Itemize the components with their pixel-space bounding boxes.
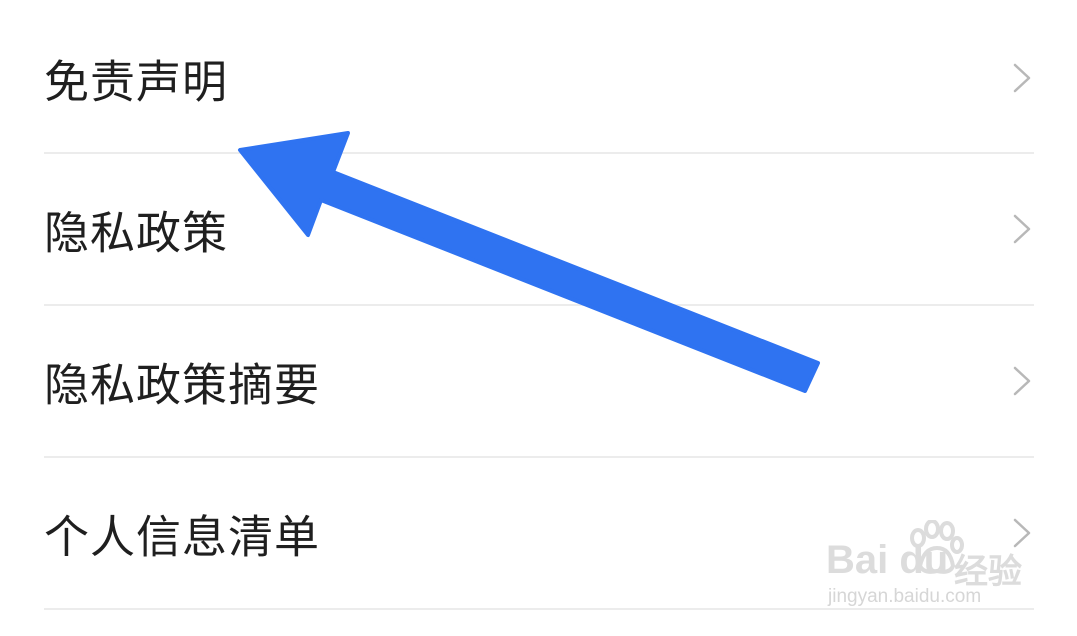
chevron-right-icon: [1013, 366, 1031, 396]
menu-item-label: 个人信息清单: [44, 510, 321, 564]
chevron-right-icon: [1013, 214, 1031, 244]
menu-item-label: 隐私政策: [44, 206, 229, 260]
watermark-brand: Bai du: [826, 538, 949, 582]
menu-item-label: 免责声明: [44, 55, 229, 109]
menu-item-privacy-summary[interactable]: 隐私政策摘要: [44, 306, 1034, 456]
menu-item-privacy-policy[interactable]: 隐私政策: [44, 154, 1034, 304]
chevron-right-icon: [1013, 63, 1031, 93]
watermark-url: jingyan.baidu.com: [828, 586, 982, 607]
menu-item-label: 隐私政策摘要: [44, 358, 321, 412]
baidu-jingyan-watermark: Bai du 经验 jingyan.baidu.com: [826, 520, 1026, 615]
menu-item-disclaimer[interactable]: 免责声明: [44, 3, 1034, 153]
